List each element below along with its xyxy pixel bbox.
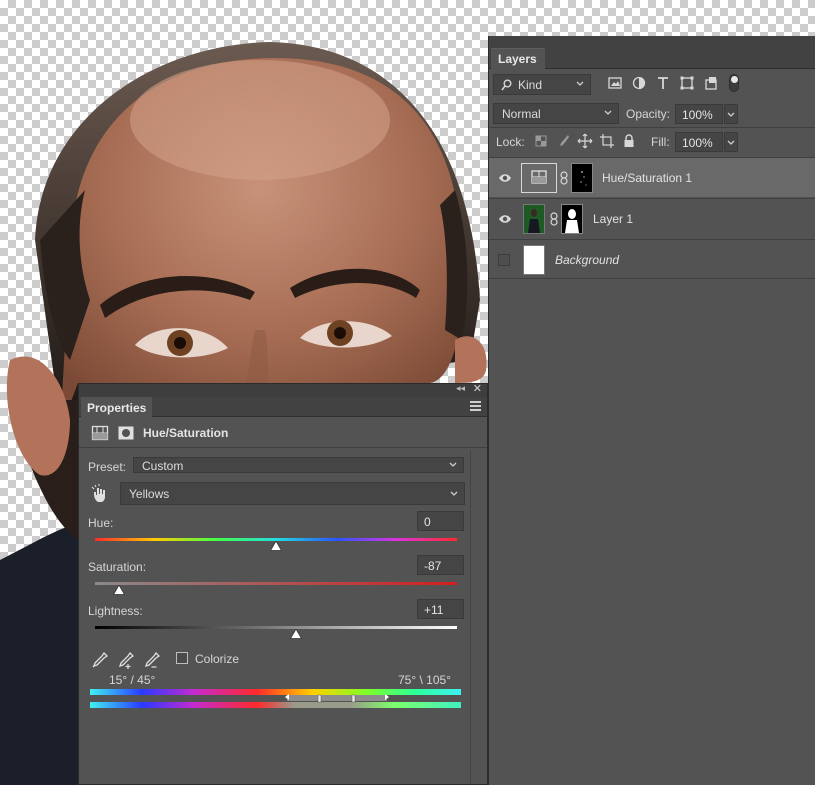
hue-slider-thumb[interactable]: [270, 541, 282, 551]
lock-position-icon[interactable]: [577, 133, 593, 149]
properties-tabbar: Properties: [79, 397, 487, 418]
layer-name: Background: [555, 253, 620, 267]
fill-label: Fill:: [651, 135, 670, 149]
adjustment-icon[interactable]: [91, 424, 109, 442]
preset-dropdown[interactable]: Custom: [133, 457, 464, 473]
filter-icons: [607, 75, 719, 91]
lock-label: Lock:: [496, 135, 525, 149]
properties-title: Hue/Saturation: [143, 426, 229, 440]
chain-link-icon[interactable]: [550, 212, 558, 226]
channel-value: Yellows: [129, 487, 170, 501]
layer-mask-thumbnail[interactable]: [571, 163, 593, 193]
hue-value-field[interactable]: 0: [417, 511, 464, 531]
chevron-down-icon: [576, 81, 584, 86]
lock-row: Lock: Fill: 100%: [489, 127, 815, 157]
colorize-checkbox[interactable]: [176, 652, 188, 664]
layers-tabbar: Layers: [489, 36, 815, 70]
filter-kind-label: Kind: [518, 78, 543, 92]
eye-icon[interactable]: [498, 213, 512, 225]
fill-field[interactable]: 100%: [675, 132, 723, 152]
properties-titlebar: ◂◂ ✕: [79, 382, 487, 397]
color-range-top-bar: [90, 689, 461, 695]
opacity-label: Opacity:: [626, 107, 671, 121]
filter-toggle[interactable]: [729, 74, 739, 92]
layer-name: Hue/Saturation 1: [602, 171, 693, 185]
hue-label: Hue:: [88, 516, 114, 530]
subtract-from-sample-eyedropper-icon[interactable]: [143, 651, 161, 669]
range-handles[interactable]: [282, 691, 392, 703]
opacity-dropdown-arrow[interactable]: [724, 104, 738, 124]
layer-mask-thumbnail[interactable]: [561, 204, 583, 234]
range-right-readout: 75° \ 105°: [398, 673, 451, 687]
tab-layers[interactable]: Layers: [491, 48, 545, 70]
lightness-label: Lightness:: [88, 604, 143, 618]
blend-mode-label: Normal: [502, 107, 541, 121]
chevron-down-icon: [604, 110, 612, 115]
preset-value: Custom: [142, 459, 184, 473]
lock-artboard-icon[interactable]: [599, 133, 615, 149]
adjustment-filter-icon[interactable]: [631, 75, 647, 91]
chevron-down-icon: [449, 462, 457, 467]
color-range-bottom-bar: [90, 702, 461, 708]
pixel-filter-icon[interactable]: [607, 75, 623, 91]
blend-row: Normal Opacity: 100%: [489, 100, 815, 127]
lock-icons: [533, 133, 637, 149]
shape-filter-icon[interactable]: [679, 75, 695, 91]
layer-thumbnail: [523, 204, 545, 234]
lock-transparency-icon[interactable]: [533, 133, 549, 149]
mask-icon[interactable]: [117, 424, 135, 442]
layers-panel: Layers Kind Normal Opacity: 100% Lock: F…: [488, 36, 815, 785]
eyedropper-icon[interactable]: [91, 651, 109, 669]
collapse-icon[interactable]: ◂◂: [456, 383, 465, 394]
background-thumbnail: [523, 245, 545, 275]
preset-label: Preset:: [88, 460, 127, 474]
lock-pixels-icon[interactable]: [555, 133, 571, 149]
saturation-slider-track[interactable]: [95, 582, 457, 585]
blend-mode-dropdown[interactable]: Normal: [493, 103, 619, 124]
opacity-field[interactable]: 100%: [675, 104, 723, 124]
chevron-down-icon: [450, 491, 458, 496]
properties-scrollbar[interactable]: [470, 450, 471, 784]
targeted-adjustment-hand-icon[interactable]: [91, 484, 109, 504]
fill-dropdown-arrow[interactable]: [724, 132, 738, 152]
layer-name: Layer 1: [593, 212, 634, 226]
visibility-toggle-off[interactable]: [498, 254, 510, 266]
layer-filter-row: Kind: [489, 70, 815, 100]
chevron-down-icon: [727, 112, 735, 117]
layer-row-hue-saturation[interactable]: Hue/Saturation 1: [489, 157, 815, 197]
type-filter-icon[interactable]: [655, 75, 671, 91]
filter-kind-dropdown[interactable]: Kind: [493, 74, 591, 95]
layer-row-layer-1[interactable]: Layer 1: [489, 198, 815, 238]
tab-properties[interactable]: Properties: [81, 397, 153, 418]
colorize-label: Colorize: [195, 652, 240, 666]
smart-object-filter-icon[interactable]: [703, 75, 719, 91]
chevron-down-icon: [727, 140, 735, 145]
panel-menu-icon[interactable]: [470, 401, 481, 413]
layer-row-background[interactable]: Background: [489, 239, 815, 279]
saturation-label: Saturation:: [88, 560, 147, 574]
saturation-value-field[interactable]: -87: [417, 555, 464, 575]
range-left-readout: 15° / 45°: [109, 673, 156, 687]
saturation-slider-thumb[interactable]: [112, 585, 125, 595]
chain-link-icon[interactable]: [560, 171, 568, 185]
properties-panel: ◂◂ ✕ Properties Hue/Saturation Preset: C…: [78, 383, 488, 785]
lightness-value-field[interactable]: +11: [417, 599, 464, 619]
properties-header: Hue/Saturation: [79, 418, 487, 448]
lightness-slider-thumb[interactable]: [289, 629, 302, 639]
search-icon: [501, 79, 512, 91]
adjustment-layer-thumbnail: [521, 163, 557, 193]
lock-all-icon[interactable]: [621, 133, 637, 149]
close-icon[interactable]: ✕: [473, 382, 482, 395]
add-to-sample-eyedropper-icon[interactable]: [117, 651, 135, 669]
eye-icon[interactable]: [498, 172, 512, 184]
lightness-slider-track[interactable]: [95, 626, 457, 629]
channel-dropdown[interactable]: Yellows: [120, 482, 465, 505]
